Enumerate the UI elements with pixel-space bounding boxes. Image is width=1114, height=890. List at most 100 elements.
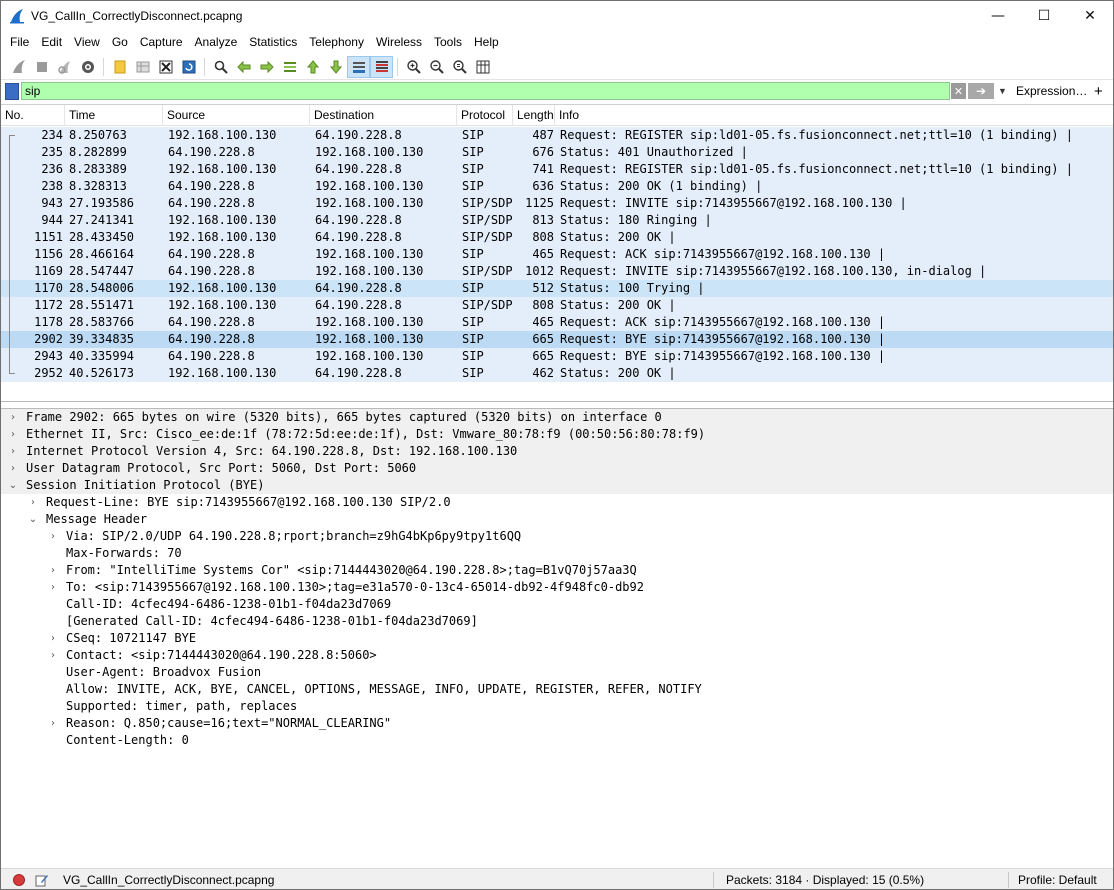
detail-tree-item[interactable]: User-Agent: Broadvox Fusion: [1, 664, 1113, 681]
detail-tree-item[interactable]: Content-Length: 0: [1, 732, 1113, 749]
colorize-button[interactable]: [370, 55, 393, 78]
capture-options-button[interactable]: [76, 56, 99, 78]
chevron-right-icon[interactable]: ›: [47, 579, 59, 596]
column-header-source[interactable]: Source: [163, 105, 310, 126]
packet-row[interactable]: 238 8.328313 64.190.228.8 192.168.100.130 SI…: [1, 178, 1113, 195]
detail-tree-item[interactable]: › To: <sip:7143955667@192.168.100.130>;ta…: [1, 579, 1113, 596]
go-to-packet-button[interactable]: [278, 56, 301, 78]
packet-row[interactable]: 944 27.241341 192.168.100.130 64.190.228.8 S…: [1, 212, 1113, 229]
close-file-button[interactable]: [154, 56, 177, 78]
open-file-button[interactable]: [108, 56, 131, 78]
chevron-right-icon[interactable]: ›: [47, 562, 59, 579]
find-packet-button[interactable]: [209, 56, 232, 78]
expert-info-icon[interactable]: [13, 874, 25, 886]
detail-tree-item[interactable]: › Ethernet II, Src: Cisco_ee:de:1f (78:72…: [1, 426, 1113, 443]
detail-tree-item[interactable]: › User Datagram Protocol, Src Port: 5060,…: [1, 460, 1113, 477]
menu-capture[interactable]: Capture: [134, 32, 189, 53]
menu-wireless[interactable]: Wireless: [370, 32, 428, 53]
detail-tree-item[interactable]: › Contact: <sip:7144443020@64.190.228.8:5…: [1, 647, 1113, 664]
go-last-packet-button[interactable]: [324, 56, 347, 78]
status-packet-counts: Packets: 3184 · Displayed: 15 (0.5%): [726, 873, 925, 887]
chevron-down-icon[interactable]: ⌄: [7, 477, 19, 494]
chevron-right-icon[interactable]: ›: [47, 528, 59, 545]
packet-row[interactable]: 1169 28.547447 64.190.228.8 192.168.100.130…: [1, 263, 1113, 280]
packet-row[interactable]: 2952 40.526173 192.168.100.130 64.190.228.8…: [1, 365, 1113, 382]
resize-columns-button[interactable]: [471, 56, 494, 78]
detail-tree-item[interactable]: › Reason: Q.850;cause=16;text="NORMAL_CLE…: [1, 715, 1113, 732]
menu-go[interactable]: Go: [106, 32, 134, 53]
add-filter-button[interactable]: +: [1094, 81, 1103, 102]
go-back-button[interactable]: [232, 56, 255, 78]
packet-row[interactable]: 236 8.283389 192.168.100.130 64.190.228.8 SI…: [1, 161, 1113, 178]
go-first-packet-button[interactable]: [301, 56, 324, 78]
detail-tree-item[interactable]: › From: "IntelliTime Systems Cor" <sip:71…: [1, 562, 1113, 579]
detail-tree-item[interactable]: Call-ID: 4cfec494-6486-1238-01b1-f04da23…: [1, 596, 1113, 613]
filter-history-chevron-down-icon[interactable]: ▼: [996, 83, 1009, 99]
packet-row[interactable]: 1151 28.433450 192.168.100.130 64.190.228.8…: [1, 229, 1113, 246]
zoom-in-button[interactable]: [402, 56, 425, 78]
stop-capture-button[interactable]: [30, 56, 53, 78]
display-filter-input[interactable]: sip: [21, 82, 950, 100]
filter-bookmark-icon[interactable]: [5, 83, 19, 100]
detail-tree-item[interactable]: › Via: SIP/2.0/UDP 64.190.228.8;rport;bra…: [1, 528, 1113, 545]
detail-tree-item[interactable]: Supported: timer, path, replaces: [1, 698, 1113, 715]
chevron-right-icon[interactable]: ›: [27, 494, 39, 511]
auto-scroll-button[interactable]: [347, 55, 370, 78]
packet-row[interactable]: 235 8.282899 64.190.228.8 192.168.100.130 SI…: [1, 144, 1113, 161]
detail-tree-item[interactable]: Allow: INVITE, ACK, BYE, CANCEL, OPTIONS…: [1, 681, 1113, 698]
packet-row[interactable]: 234 8.250763 192.168.100.130 64.190.228.8 SI…: [1, 127, 1113, 144]
chevron-right-icon[interactable]: ›: [7, 426, 19, 443]
menu-view[interactable]: View: [68, 32, 106, 53]
save-file-button[interactable]: [131, 56, 154, 78]
zoom-out-button[interactable]: [425, 56, 448, 78]
menu-edit[interactable]: Edit: [35, 32, 68, 53]
comment-edit-icon[interactable]: [35, 873, 49, 887]
column-header-protocol[interactable]: Protocol: [457, 105, 513, 126]
status-profile[interactable]: Profile: Default: [1018, 869, 1097, 889]
chevron-right-icon[interactable]: ›: [47, 647, 59, 664]
column-header-no[interactable]: No.: [1, 105, 65, 126]
clear-filter-icon[interactable]: ✕: [951, 83, 966, 99]
maximize-button[interactable]: ☐: [1021, 1, 1067, 31]
column-header-destination[interactable]: Destination: [310, 105, 457, 126]
chevron-right-icon[interactable]: ›: [47, 715, 59, 732]
packet-row[interactable]: 2902 39.334835 64.190.228.8 192.168.100.130…: [1, 331, 1113, 348]
menu-analyze[interactable]: Analyze: [189, 32, 244, 53]
chevron-right-icon[interactable]: ›: [7, 409, 19, 426]
packet-row[interactable]: 943 27.193586 64.190.228.8 192.168.100.130 S…: [1, 195, 1113, 212]
menu-tools[interactable]: Tools: [428, 32, 468, 53]
detail-tree-item[interactable]: › Request-Line: BYE sip:7143955667@192.16…: [1, 494, 1113, 511]
column-header-info[interactable]: Info: [555, 105, 1113, 126]
packet-row[interactable]: 1178 28.583766 64.190.228.8 192.168.100.130…: [1, 314, 1113, 331]
detail-tree-item[interactable]: › Internet Protocol Version 4, Src: 64.19…: [1, 443, 1113, 460]
packet-row[interactable]: 1170 28.548006 192.168.100.130 64.190.228.8…: [1, 280, 1113, 297]
column-header-time[interactable]: Time: [65, 105, 163, 126]
detail-tree-item[interactable]: ⌄ Message Header: [1, 511, 1113, 528]
chevron-right-icon[interactable]: ›: [7, 443, 19, 460]
chevron-right-icon[interactable]: ›: [7, 460, 19, 477]
packet-row[interactable]: 1172 28.551471 192.168.100.130 64.190.228.8…: [1, 297, 1113, 314]
reload-file-button[interactable]: [177, 56, 200, 78]
zoom-normal-button[interactable]: [448, 56, 471, 78]
packet-row[interactable]: 1156 28.466164 64.190.228.8 192.168.100.130…: [1, 246, 1113, 263]
apply-filter-arrow-icon[interactable]: ➔: [968, 83, 994, 99]
start-capture-button[interactable]: [7, 56, 30, 78]
menu-statistics[interactable]: Statistics: [243, 32, 303, 53]
detail-tree-item[interactable]: › Frame 2902: 665 bytes on wire (5320 bit…: [1, 409, 1113, 426]
chevron-down-icon[interactable]: ⌄: [27, 511, 39, 528]
go-forward-button[interactable]: [255, 56, 278, 78]
close-button[interactable]: ✕: [1067, 1, 1113, 31]
packet-row[interactable]: 2943 40.335994 64.190.228.8 192.168.100.130…: [1, 348, 1113, 365]
minimize-button[interactable]: —: [975, 1, 1021, 31]
detail-tree-item[interactable]: › CSeq: 10721147 BYE: [1, 630, 1113, 647]
detail-tree-item[interactable]: ⌄ Session Initiation Protocol (BYE): [1, 477, 1113, 494]
menu-help[interactable]: Help: [468, 32, 505, 53]
menu-telephony[interactable]: Telephony: [303, 32, 370, 53]
detail-tree-item[interactable]: [Generated Call-ID: 4cfec494-6486-1238-0…: [1, 613, 1113, 630]
expression-button[interactable]: Expression…: [1016, 81, 1087, 102]
menu-file[interactable]: File: [4, 32, 35, 53]
detail-tree-item[interactable]: Max-Forwards: 70: [1, 545, 1113, 562]
column-header-length[interactable]: Length: [513, 105, 555, 126]
restart-capture-button[interactable]: [53, 56, 76, 78]
chevron-right-icon[interactable]: ›: [47, 630, 59, 647]
